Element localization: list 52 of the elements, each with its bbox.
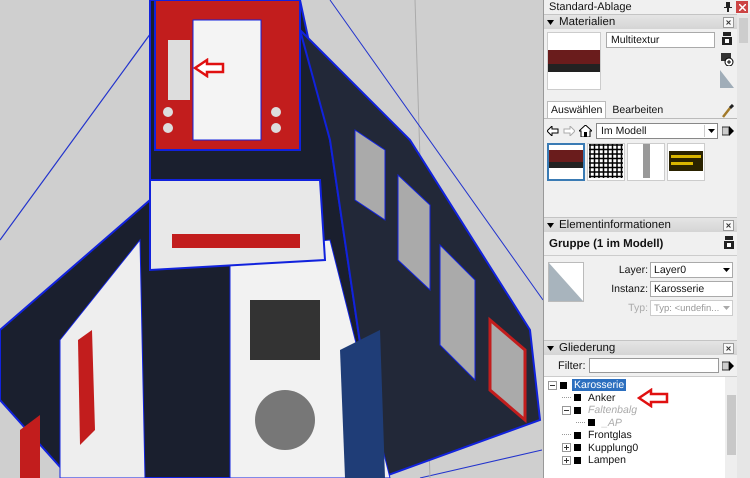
collection-dropdown[interactable]: Im Modell [596,123,718,139]
eyedropper-icon[interactable] [722,104,734,118]
material-swatch[interactable] [547,143,585,181]
input-field[interactable]: Karosserie [650,281,733,297]
material-swatch[interactable] [627,143,665,181]
details-arrow-icon[interactable] [722,125,734,137]
outliner-item[interactable]: Karosserie [572,379,626,392]
section-title: Materialien [559,16,616,28]
scrollbar[interactable] [737,14,750,478]
details-arrow-icon[interactable] [722,360,734,372]
home-icon[interactable] [579,125,592,137]
dropdown-arrow-icon[interactable] [708,129,714,133]
material-swatch[interactable] [667,143,705,181]
material-swatch[interactable] [587,143,625,181]
expand-icon[interactable] [562,443,571,452]
back-arrow-icon[interactable] [547,126,559,136]
close-icon[interactable] [723,220,734,230]
field-label: Layer: [618,264,648,276]
arrow-annotation-icon [193,58,225,78]
filter-label: Filter: [558,360,586,372]
component-preview-icon [548,262,584,302]
section-title: Gliederung [559,342,616,354]
close-icon[interactable] [723,16,734,28]
material-name-field[interactable]: Multitextur [606,32,715,48]
dropdown-field[interactable]: Layer0 [650,262,733,278]
collapse-triangle-icon[interactable] [547,346,554,350]
collapse-triangle-icon[interactable] [547,20,554,24]
close-icon[interactable] [723,342,734,354]
section-title: Elementinformationen [559,219,672,231]
outliner-item[interactable]: Anker [586,392,618,404]
scrollbar[interactable] [725,377,737,478]
expand-icon[interactable] [562,456,571,465]
tab[interactable]: Auswählen [547,101,606,118]
selection-heading: Gruppe (1 im Modell) [549,238,664,250]
create-material-icon[interactable] [720,52,734,66]
tab[interactable]: Bearbeiten [608,101,668,118]
detail-icon[interactable] [722,32,732,48]
texture-preview-drawing [548,48,600,74]
outliner-item[interactable]: Lampen [586,454,628,466]
detail-icon[interactable] [724,236,734,252]
field-label: Instanz: [610,283,648,295]
collapse-icon[interactable] [548,380,557,390]
collapse-triangle-icon[interactable] [547,222,554,228]
field-label: Typ: [627,302,648,314]
filter-field[interactable] [588,358,719,373]
arrow-annotation-icon [637,388,669,408]
panel-title: Standard-Ablage [549,1,633,13]
outliner-item[interactable]: Kupplung0 [586,442,640,454]
outliner-item[interactable]: Frontglas [586,429,634,442]
pin-icon[interactable] [724,2,732,12]
collapse-icon[interactable] [562,406,571,415]
dropdown-arrow-icon[interactable] [722,268,730,272]
